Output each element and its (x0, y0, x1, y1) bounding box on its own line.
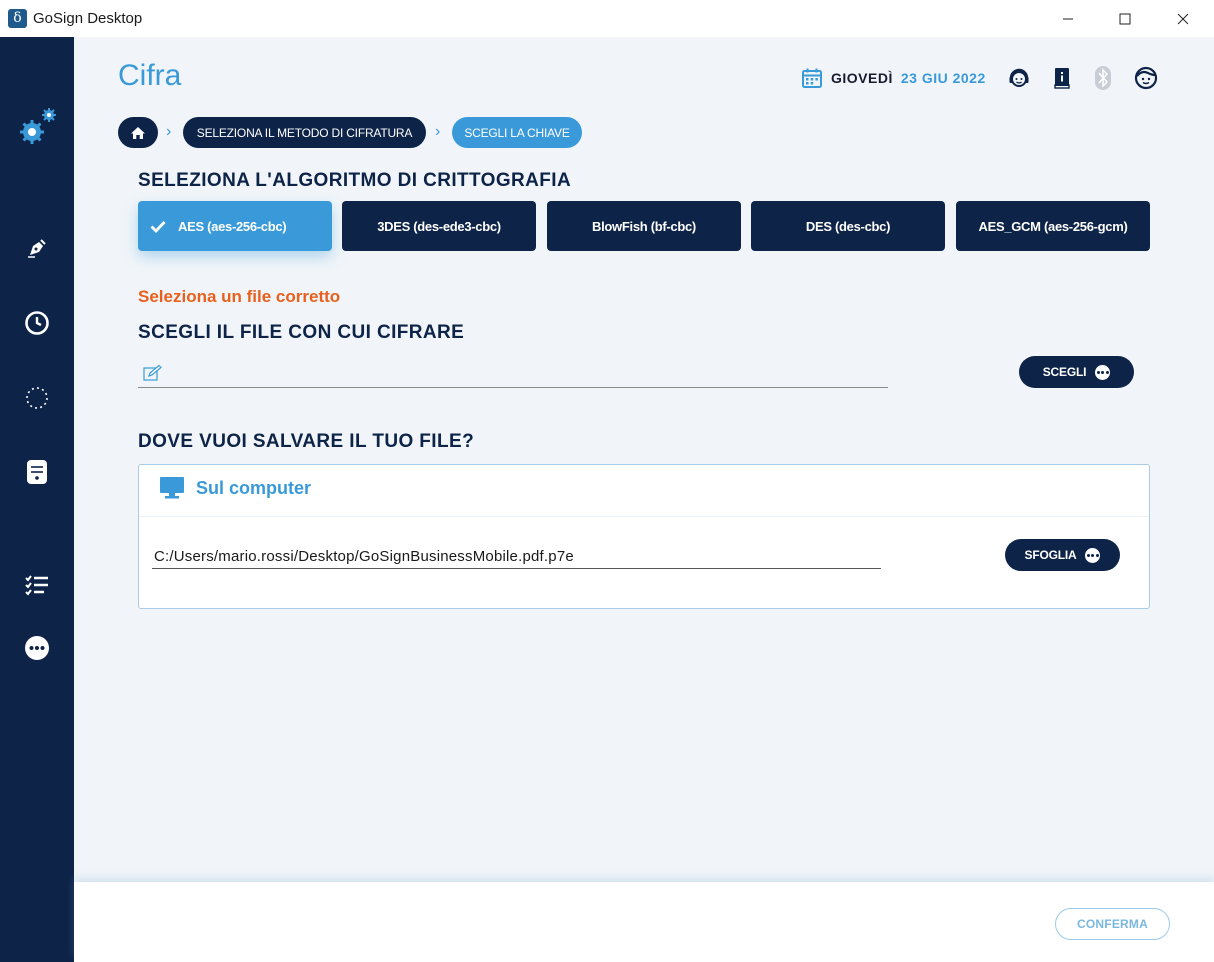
user-face-icon (1134, 66, 1158, 90)
sidebar-item-tasks[interactable] (22, 570, 52, 600)
algorithm-option-aes[interactable]: AES (aes-256-cbc) (138, 201, 332, 251)
close-icon (1177, 13, 1189, 24)
app-logo: δ (8, 9, 27, 28)
sidebar-item-sign[interactable] (22, 233, 52, 263)
save-option-label[interactable]: Sul computer (196, 478, 311, 499)
more-dots-icon (1085, 547, 1101, 563)
algorithm-option-label: DES (des-cbc) (805, 218, 891, 234)
footer: CONFERMA (74, 882, 1214, 962)
breadcrumb-separator: › (166, 123, 172, 140)
sidebar-item-settings[interactable] (16, 107, 58, 149)
algorithm-option-label: 3DES (des-ede3-cbc) (377, 218, 501, 234)
date-day: GIOVEDÌ (831, 70, 893, 86)
bluetooth-icon (1095, 66, 1111, 90)
sidebar-item-pending[interactable] (22, 383, 52, 413)
maximize-button[interactable] (1096, 0, 1154, 37)
title-bar: δ GoSign Desktop (0, 0, 1214, 37)
profile-button[interactable] (1134, 66, 1158, 90)
choose-file-button[interactable]: SCEGLI (1019, 356, 1134, 388)
save-path-input[interactable]: C:/Users/mario.rossi/Desktop/GoSignBusin… (154, 548, 574, 565)
minimize-icon (1063, 18, 1073, 19)
close-button[interactable] (1154, 0, 1212, 37)
confirm-button[interactable]: CONFERMA (1055, 908, 1170, 940)
browse-label: SFOGLIA (1024, 548, 1077, 562)
maximize-icon (1119, 13, 1131, 24)
sidebar-item-storage[interactable] (22, 457, 52, 487)
date-value: 23 GIU 2022 (900, 70, 986, 86)
file-error-message: Seleziona un file corretto (138, 287, 341, 306)
clock-icon (25, 311, 49, 335)
save-path-underline (152, 568, 881, 569)
manual-book-icon (1054, 68, 1070, 89)
sidebar-item-history[interactable] (22, 308, 52, 338)
check-icon (150, 220, 166, 233)
pen-nib-icon (28, 239, 46, 258)
browse-button[interactable]: SFOGLIA (1005, 539, 1120, 571)
algorithm-option-blowfish[interactable]: BlowFish (bf-cbc) (547, 201, 741, 251)
bluetooth-button[interactable] (1091, 66, 1115, 90)
home-icon (131, 126, 145, 139)
algorithm-title: SELEZIONA L'ALGORITMO DI CRITTOGRAFIA (138, 170, 572, 191)
choose-file-label: SCEGLI (1042, 365, 1087, 379)
save-location-panel: Sul computer C:/Users/mario.rossi/Deskto… (138, 464, 1150, 609)
date-display: GIOVEDÌ 23 GIU 2022 (801, 67, 986, 89)
monitor-icon (160, 477, 184, 499)
file-input[interactable] (169, 365, 884, 385)
breadcrumb-step-method[interactable]: SELEZIONA IL METODO DI CIFRATURA (183, 117, 426, 148)
database-icon (27, 460, 47, 484)
algorithm-option-label: BlowFish (bf-cbc) (592, 218, 696, 234)
more-dots-icon (1095, 364, 1111, 380)
main-content: Cifra GIOVEDÌ 23 GIU 2022 › SELEZIONA IL… (74, 37, 1214, 882)
save-title: DOVE VUOI SALVARE IL TUO FILE? (138, 431, 475, 452)
dotted-circle-icon (26, 387, 48, 409)
minimize-button[interactable] (1039, 0, 1097, 37)
page-title: Cifra (118, 59, 182, 92)
algorithm-option-aes-gcm[interactable]: AES_GCM (aes-256-gcm) (956, 201, 1150, 251)
panel-divider (139, 516, 1149, 517)
support-button[interactable] (1007, 66, 1031, 90)
file-title: SCEGLI IL FILE CON CUI CIFRARE (138, 322, 465, 343)
breadcrumb-home[interactable] (118, 117, 158, 148)
manual-button[interactable] (1050, 66, 1074, 90)
sidebar-item-more[interactable] (22, 633, 52, 663)
gears-icon (20, 108, 56, 144)
edit-icon (143, 364, 162, 381)
algorithm-option-3des[interactable]: 3DES (des-ede3-cbc) (342, 201, 536, 251)
calendar-icon (802, 68, 822, 88)
app-title: GoSign Desktop (33, 10, 143, 27)
algorithm-option-label: AES (aes-256-cbc) (178, 218, 287, 234)
checklist-icon (25, 575, 48, 596)
more-dots-icon (25, 636, 49, 660)
file-input-underline (138, 387, 888, 388)
support-agent-icon (1009, 68, 1029, 87)
sidebar (0, 37, 74, 962)
algorithm-option-label: AES_GCM (aes-256-gcm) (978, 218, 1128, 234)
breadcrumb-separator: › (435, 123, 441, 140)
breadcrumb-step-key[interactable]: SCEGLI LA CHIAVE (452, 117, 582, 148)
algorithm-option-des[interactable]: DES (des-cbc) (751, 201, 945, 251)
